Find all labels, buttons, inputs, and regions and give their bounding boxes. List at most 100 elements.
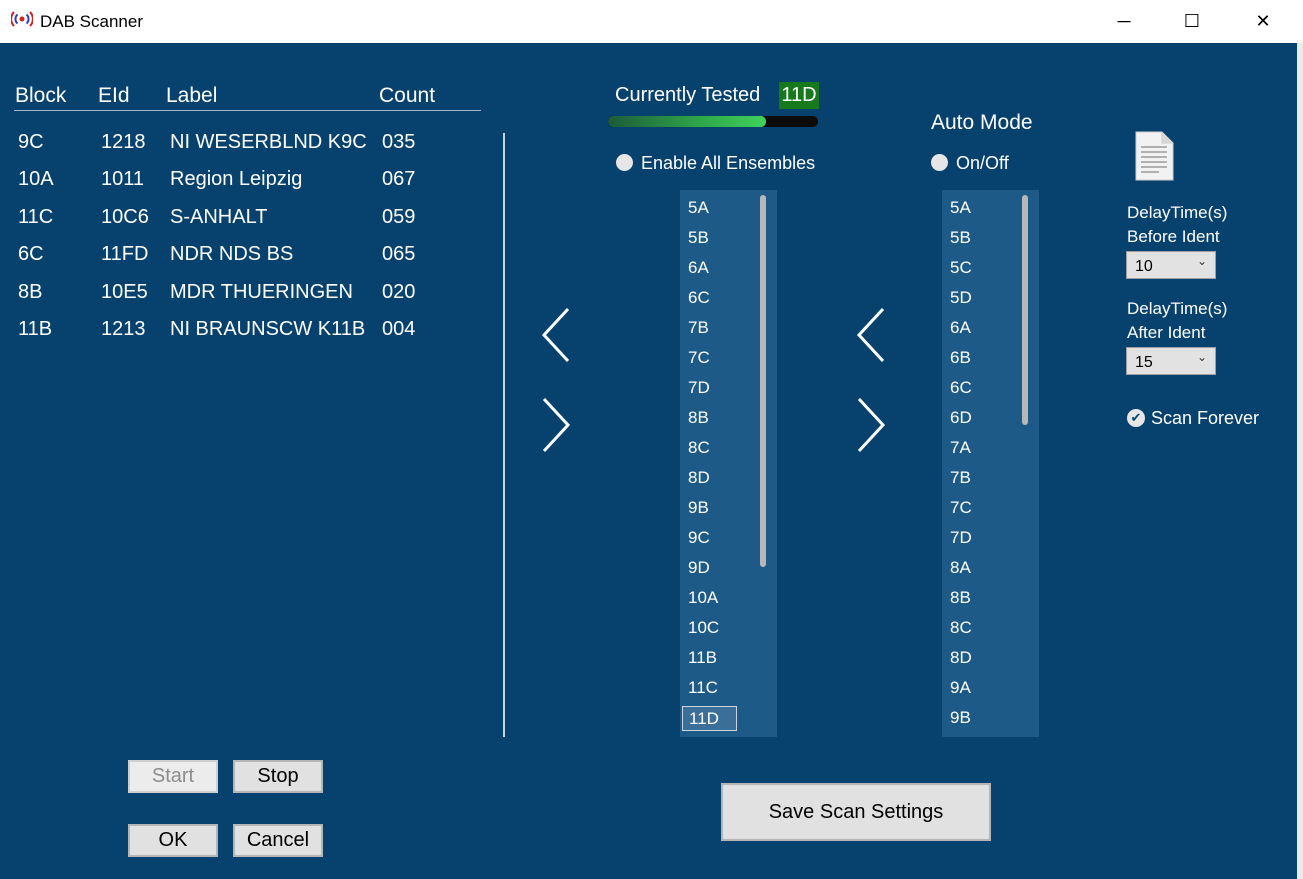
scan-forever-checkbox[interactable]: ✔ bbox=[1127, 409, 1145, 427]
list-item[interactable]: 7D bbox=[950, 528, 972, 548]
list-item[interactable]: 8B bbox=[950, 588, 971, 608]
column-header-label: Label bbox=[166, 84, 218, 107]
delay-after-select[interactable]: 15 ⌄ bbox=[1126, 347, 1216, 375]
chevron-down-icon: ⌄ bbox=[1196, 350, 1207, 364]
cell-block: 11B bbox=[18, 318, 53, 340]
list-item[interactable]: 10C bbox=[688, 618, 719, 638]
delay-before-label-line1: DelayTime(s) bbox=[1127, 203, 1228, 222]
cell-eid: 1011 bbox=[101, 168, 145, 190]
cell-count: 067 bbox=[382, 168, 416, 190]
main-panel: Block EId Label Count 9C 1218 NI WESERBL… bbox=[0, 43, 1297, 879]
cell-count: 004 bbox=[382, 318, 416, 340]
list-item[interactable]: 7B bbox=[688, 318, 709, 338]
list-item[interactable]: 5C bbox=[950, 258, 972, 278]
delay-before-label: DelayTime(s) Before Ident bbox=[1127, 201, 1227, 249]
column-header-count: Count bbox=[379, 84, 436, 107]
channel-list-scrollbar[interactable] bbox=[760, 195, 766, 567]
list-item[interactable]: 5D bbox=[950, 288, 972, 308]
cell-label: NI BRAUNSCW K11B bbox=[170, 318, 366, 340]
list-item[interactable]: 5A bbox=[688, 198, 709, 218]
cell-eid: 1213 bbox=[101, 318, 146, 340]
list-item[interactable]: 6A bbox=[688, 258, 709, 278]
chevron-right-icon[interactable] bbox=[853, 396, 889, 454]
cell-count: 065 bbox=[382, 243, 416, 265]
list-item[interactable]: 5B bbox=[950, 228, 971, 248]
title-bar: DAB Scanner ─ ☐ ✕ bbox=[0, 0, 1303, 43]
scan-progress-bar bbox=[608, 116, 818, 127]
close-button[interactable]: ✕ bbox=[1240, 0, 1286, 43]
cell-eid: 10C6 bbox=[101, 206, 149, 228]
list-item[interactable]: 6C bbox=[688, 288, 710, 308]
document-icon[interactable] bbox=[1134, 131, 1174, 181]
list-item[interactable]: 7C bbox=[688, 348, 710, 368]
minimize-button[interactable]: ─ bbox=[1101, 0, 1147, 43]
delay-before-value: 10 bbox=[1135, 258, 1153, 275]
cell-label: NI WESERBLND K9C bbox=[170, 131, 367, 153]
save-scan-settings-button[interactable]: Save Scan Settings bbox=[721, 783, 991, 841]
auto-mode-toggle-label: On/Off bbox=[956, 153, 1009, 173]
enable-all-radio[interactable] bbox=[616, 154, 633, 171]
list-item[interactable]: 9B bbox=[688, 498, 709, 518]
list-item[interactable]: 11C bbox=[688, 678, 718, 698]
list-item[interactable]: 6A bbox=[950, 318, 971, 338]
auto-mode-title: Auto Mode bbox=[931, 111, 1033, 134]
start-button[interactable]: Start bbox=[128, 760, 218, 793]
list-item[interactable]: 9A bbox=[950, 678, 971, 698]
delay-after-label-line1: DelayTime(s) bbox=[1127, 299, 1228, 318]
maximize-button[interactable]: ☐ bbox=[1169, 0, 1215, 43]
delay-before-label-line2: Before Ident bbox=[1127, 227, 1220, 246]
auto-list-scrollbar[interactable] bbox=[1022, 195, 1028, 425]
header-divider bbox=[14, 110, 481, 111]
list-item[interactable]: 7D bbox=[688, 378, 710, 398]
auto-mode-toggle[interactable] bbox=[931, 154, 948, 171]
list-item[interactable]: 7C bbox=[950, 498, 972, 518]
chevron-left-icon[interactable] bbox=[538, 306, 574, 364]
scan-forever-label: Scan Forever bbox=[1151, 408, 1260, 428]
enable-all-label: Enable All Ensembles bbox=[641, 153, 816, 173]
list-item[interactable]: 8D bbox=[688, 468, 710, 488]
list-item[interactable]: 5B bbox=[688, 228, 709, 248]
list-item[interactable]: 8C bbox=[688, 438, 710, 458]
cell-block: 9C bbox=[18, 131, 44, 153]
scan-progress-fill bbox=[608, 116, 766, 127]
cancel-button[interactable]: Cancel bbox=[233, 824, 323, 857]
currently-tested-label: Currently Tested bbox=[615, 84, 761, 106]
minimize-icon: ─ bbox=[1117, 11, 1131, 31]
channel-listbox[interactable]: 5A 5B 6A 6C 7B 7C 7D 8B 8C 8D 9B 9C 9D 10A 10C 11B 11C 11… bbox=[680, 190, 777, 737]
ok-button[interactable]: OK bbox=[128, 824, 218, 857]
list-item[interactable]: 8A bbox=[950, 558, 971, 578]
list-item[interactable]: 7B bbox=[950, 468, 971, 488]
list-item[interactable]: 11B bbox=[688, 648, 717, 668]
maximize-icon: ☐ bbox=[1183, 11, 1201, 31]
list-item[interactable]: 11D bbox=[682, 706, 737, 731]
list-item[interactable]: 9C bbox=[688, 528, 710, 548]
close-icon: ✕ bbox=[1255, 11, 1271, 31]
cell-count: 020 bbox=[382, 281, 416, 303]
cell-eid: 1218 bbox=[101, 131, 146, 153]
chevron-right-icon[interactable] bbox=[538, 396, 574, 454]
chevron-left-icon[interactable] bbox=[853, 306, 889, 364]
delay-after-value: 15 bbox=[1135, 354, 1153, 371]
list-item[interactable]: 5A bbox=[950, 198, 971, 218]
list-item[interactable]: 6D bbox=[950, 408, 972, 428]
delay-before-select[interactable]: 10 ⌄ bbox=[1126, 251, 1216, 279]
cell-block: 6C bbox=[18, 243, 44, 265]
list-item[interactable]: 6C bbox=[950, 378, 972, 398]
stop-button[interactable]: Stop bbox=[233, 760, 323, 793]
delay-after-label-line2: After Ident bbox=[1127, 323, 1206, 342]
list-item[interactable]: 10A bbox=[688, 588, 718, 608]
window-edge bbox=[1297, 43, 1303, 879]
list-item[interactable]: 6B bbox=[950, 348, 971, 368]
check-icon: ✔ bbox=[1130, 410, 1142, 425]
vertical-divider bbox=[503, 133, 505, 737]
list-item[interactable]: 8D bbox=[950, 648, 972, 668]
list-item[interactable]: 8B bbox=[688, 408, 709, 428]
list-item[interactable]: 8C bbox=[950, 618, 972, 638]
list-item[interactable]: 7A bbox=[950, 438, 971, 458]
currently-tested-badge: 11D bbox=[779, 82, 819, 109]
list-item[interactable]: 9B bbox=[950, 708, 971, 728]
cell-count: 035 bbox=[382, 131, 416, 153]
list-item[interactable]: 9D bbox=[688, 558, 710, 578]
cell-block: 11C bbox=[18, 206, 54, 228]
auto-channel-listbox[interactable]: 5A 5B 5C 5D 6A 6B 6C 6D 7A 7B 7C 7D 8A 8B 8C 8D 9A 9B bbox=[942, 190, 1039, 737]
